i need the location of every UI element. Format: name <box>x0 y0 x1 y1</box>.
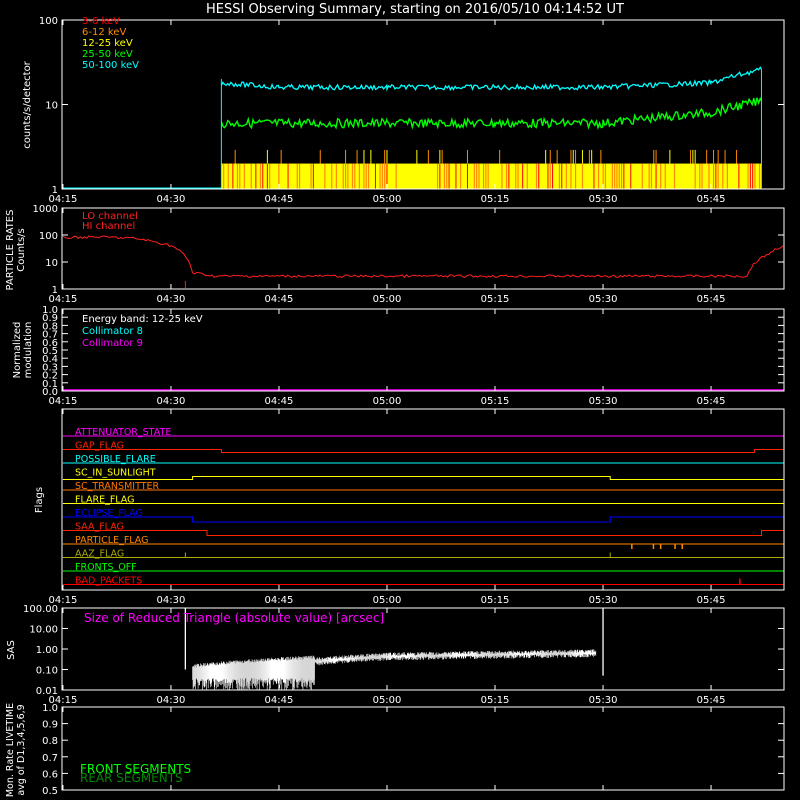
flags-xtick-label: 05:45 <box>697 595 726 606</box>
sas-ylabel: SAS <box>6 640 17 660</box>
flag-label-4: SC_TRANSMITTER <box>75 481 160 492</box>
sas-xtick-label: 05:45 <box>697 695 726 706</box>
counts-legend-2: 12-25 keV <box>82 38 133 49</box>
livetime-ytick-label: 1.0 <box>42 703 58 714</box>
modulation-xtick-label: 05:45 <box>697 396 726 407</box>
flag-label-1: GAP_FLAG <box>75 441 124 452</box>
flags-xtick-label: 04:30 <box>157 595 186 606</box>
sas-ytick-label: 10.00 <box>29 625 58 636</box>
flags-xtick-label: 05:00 <box>373 595 402 606</box>
modulation-xtick-label: 04:30 <box>157 396 186 407</box>
sas-ytick-label: 0.01 <box>36 686 58 697</box>
counts-xtick-label: 05:45 <box>697 194 726 205</box>
particle-ytick-label: 100 <box>39 231 58 242</box>
counts-ytick-label: 10 <box>45 101 58 112</box>
flag-label-9: AAZ_FLAG <box>75 549 124 560</box>
observing-summary-chart: HESSI Observing Summary, starting on 201… <box>0 0 800 800</box>
particle-ytick-label: 1000 <box>33 204 58 215</box>
modulation-ytick-label: 1.0 <box>42 305 58 316</box>
sas-xtick-label: 04:30 <box>157 695 186 706</box>
flags-ylabel: Flags <box>34 487 45 513</box>
particle-xtick-label: 05:15 <box>481 294 510 305</box>
sas-ytick-label: 1.00 <box>36 645 58 656</box>
livetime-ylabel-1: Mon. Rate LIVETIME <box>5 703 16 797</box>
particle-xtick-label: 04:45 <box>265 294 294 305</box>
flag-label-0: ATTENUATOR_STATE <box>75 427 171 438</box>
flags-xtick-label: 05:15 <box>481 595 510 606</box>
counts-legend-0: 3-6 keV <box>82 16 120 27</box>
livetime-ytick-label: 0.5 <box>42 786 58 797</box>
flag-label-6: ECLIPSE_FLAG <box>75 508 143 519</box>
flags-xtick-label: 05:30 <box>589 595 618 606</box>
particle-xtick-label: 05:45 <box>697 294 726 305</box>
modulation-xtick-label: 04:45 <box>265 396 294 407</box>
counts-legend-1: 6-12 keV <box>82 27 126 38</box>
counts-xtick-label: 05:15 <box>481 194 510 205</box>
counts-ytick-label: 1 <box>52 185 58 196</box>
flags-xtick-label: 04:45 <box>265 595 294 606</box>
particle-ylabel-1: PARTICLE RATES <box>5 210 16 291</box>
modulation-legend-2: Collimator 9 <box>82 338 143 349</box>
modulation-xtick-label: 05:00 <box>373 396 402 407</box>
flag-label-3: SC_IN_SUNLIGHT <box>75 468 156 479</box>
counts-ytick-label: 100 <box>39 16 58 27</box>
livetime-ytick-label: 0.6 <box>42 769 58 780</box>
particle-legend-1: HI channel <box>82 221 135 232</box>
flag-label-10: FRONTS_OFF <box>75 562 137 573</box>
band-12-25-fill <box>221 163 762 189</box>
sas-legend: Size of Reduced Triangle (absolute value… <box>84 611 384 625</box>
counts-legend-3: 25-50 keV <box>82 49 133 60</box>
chart-title: HESSI Observing Summary, starting on 201… <box>206 2 624 17</box>
livetime-ytick-label: 0.8 <box>42 736 58 747</box>
sas-xtick-label: 04:45 <box>265 695 294 706</box>
particle-xtick-label: 05:30 <box>589 294 618 305</box>
counts-ylabel: counts/s/detector <box>22 60 33 148</box>
modulation-xtick-label: 05:30 <box>589 396 618 407</box>
flag-label-8: PARTICLE_FLAG <box>75 535 148 546</box>
livetime-legend-rear: REAR SEGMENTS <box>80 771 183 785</box>
counts-legend-4: 50-100 keV <box>82 60 139 71</box>
livetime-ytick-label: 0.9 <box>42 720 58 731</box>
counts-xtick-label: 04:45 <box>265 194 294 205</box>
sas-xtick-label: 05:00 <box>373 695 402 706</box>
particle-xtick-label: 05:00 <box>373 294 402 305</box>
modulation-legend-1: Collimator 8 <box>82 326 143 337</box>
livetime-ylabel-2: avg of D1,3,4,5,6,9 <box>16 704 27 795</box>
flag-label-7: SAA_FLAG <box>75 522 124 533</box>
sas-xtick-label: 05:15 <box>481 695 510 706</box>
flag-label-5: FLARE_FLAG <box>75 495 135 506</box>
particle-ylabel-2: Counts/s <box>16 228 27 272</box>
particle-ytick-label: 10 <box>45 258 58 269</box>
counts-xtick-label: 04:30 <box>157 194 186 205</box>
modulation-xtick-label: 05:15 <box>481 396 510 407</box>
counts-xtick-label: 05:30 <box>589 194 618 205</box>
livetime-ytick-label: 0.7 <box>42 753 58 764</box>
flag-label-2: POSSIBLE_FLARE <box>75 454 156 465</box>
sas-ytick-label: 100.00 <box>23 604 58 615</box>
counts-xtick-label: 05:00 <box>373 194 402 205</box>
modulation-ylabel-1: Normalized <box>12 322 23 379</box>
flag-label-11: BAD_PACKETS <box>75 576 142 587</box>
modulation-legend-0: Energy band: 12-25 keV <box>82 314 203 325</box>
modulation-ylabel-2: modulation <box>23 322 34 379</box>
particle-xtick-label: 04:30 <box>157 294 186 305</box>
particle-ytick-label: 1 <box>52 285 58 296</box>
sas-xtick-label: 05:30 <box>589 695 618 706</box>
sas-ytick-label: 0.10 <box>36 666 58 677</box>
